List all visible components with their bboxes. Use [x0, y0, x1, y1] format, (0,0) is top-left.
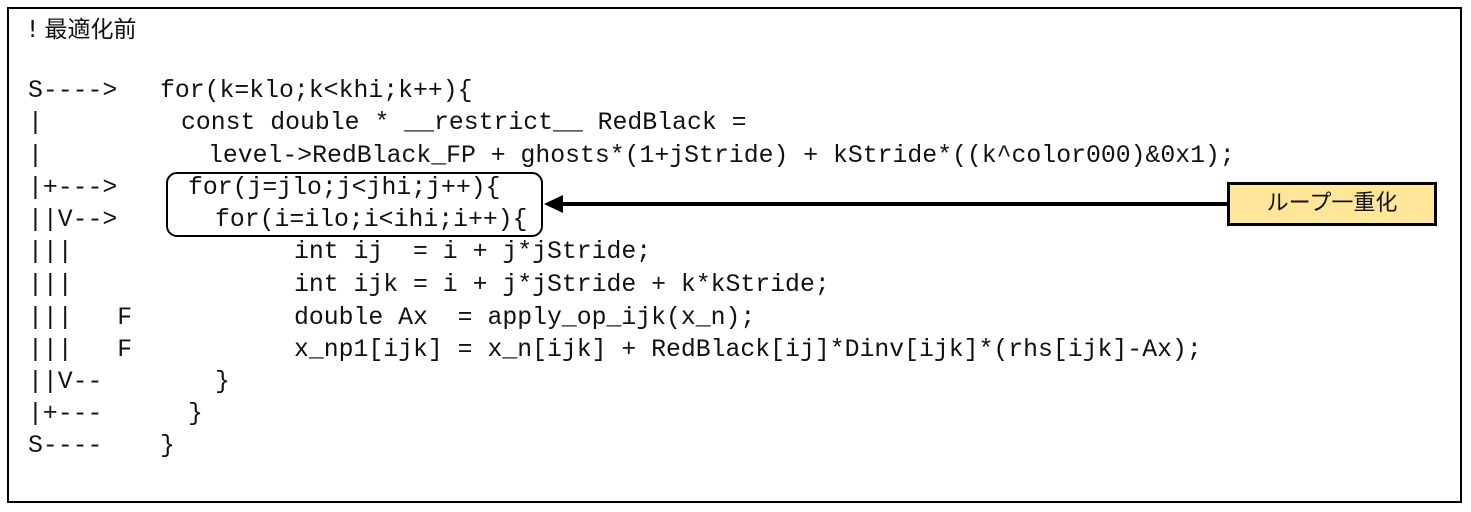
- callout-label: ループ一重化: [1227, 182, 1437, 226]
- callout-arrow: [544, 195, 1228, 213]
- arrow-head-icon: [544, 195, 563, 213]
